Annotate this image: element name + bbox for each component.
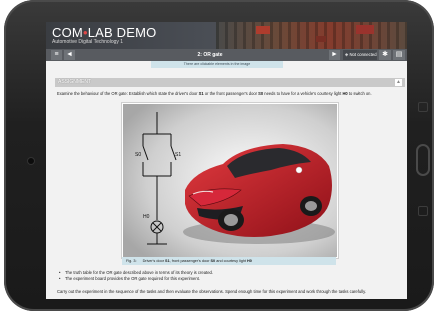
lamp-h0-label: H0 (143, 214, 150, 220)
app-title-right: LAB DEMO (87, 25, 157, 40)
figure-container: S0 S1 H0 (121, 102, 339, 259)
next-page-button[interactable]: ► (329, 50, 340, 60)
volume-up-button[interactable] (418, 102, 428, 112)
caption-text-2: , front passenger's door (169, 259, 211, 263)
caption-text-1: Driver's door (142, 259, 166, 263)
app-title-left: COM (52, 25, 83, 40)
figure-caption: Fig. 3: Driver's door S1, front passenger… (122, 257, 336, 265)
final-instruction: Carry out the experiment in the sequence… (57, 289, 367, 294)
header-circuit-board-image (216, 22, 407, 49)
app-header: COM•LAB DEMO Automotive Digital Technolo… (46, 22, 407, 49)
page-title: 2: OR gate (197, 52, 223, 58)
previous-page-button[interactable]: ◄ (64, 50, 75, 60)
bullet-icon: • (59, 276, 61, 281)
tablet-frame: COM•LAB DEMO Automotive Digital Technolo… (4, 0, 434, 311)
open-folder-button[interactable]: ▤ (393, 50, 405, 60)
arrow-right-icon: ► (331, 51, 338, 58)
arrow-left-icon: ◄ (66, 51, 73, 58)
figure-caption-number: Fig. 3: (126, 259, 137, 263)
volume-down-button[interactable] (418, 206, 428, 216)
instruction-text-4: to switch on. (347, 91, 372, 96)
connection-status[interactable]: ⎈ Not connected (343, 50, 377, 60)
assignment-instruction: Examine the behaviour of the OR gate: Es… (57, 91, 407, 96)
list-item-text: The truth table for the OR gate describe… (65, 270, 214, 275)
assignment-section-header[interactable]: ASSIGNMENT ▲ (55, 78, 405, 87)
app-screen: COM•LAB DEMO Automotive Digital Technolo… (46, 22, 407, 299)
list-item-text: The experiment board provides the OR gat… (65, 276, 200, 281)
app-subtitle: Automotive Digital Technology 1 (52, 39, 124, 45)
clickable-elements-notice: There are clickable elements in the imag… (151, 61, 283, 68)
instruction-text-2: or the front passenger's door (203, 91, 259, 96)
bullet-list: • The truth table for the OR gate descri… (58, 270, 398, 282)
caption-h0: H0 (247, 259, 252, 263)
settings-button[interactable]: ✱ (379, 50, 391, 60)
front-camera-icon (28, 158, 34, 164)
instruction-text-1: Examine the behaviour of the OR gate: Es… (57, 91, 199, 96)
collapse-caret-icon[interactable]: ▲ (395, 79, 402, 86)
navigation-toolbar: ≡ ◄ 2: OR gate ► ⎈ Not connected ✱ ▤ (46, 49, 407, 61)
switch-s0-label: S0 (135, 152, 141, 158)
list-item: • The experiment board provides the OR g… (58, 276, 398, 282)
section-label: ASSIGNMENT (58, 79, 92, 85)
folder-icon: ▤ (395, 51, 403, 58)
menu-button[interactable]: ≡ (51, 50, 62, 60)
switch-s1-label: S1 (175, 152, 181, 158)
settings-icon: ✱ (382, 51, 388, 58)
connection-icon: ⎈ (345, 52, 349, 57)
home-button[interactable] (416, 144, 430, 176)
app-title: COM•LAB DEMO (52, 25, 157, 40)
caption-text-3: and courtesy light (215, 259, 248, 263)
menu-icon: ≡ (54, 51, 59, 58)
car-circuit-illustration[interactable]: S0 S1 H0 (123, 104, 337, 257)
instruction-text-3: needs to have for a vehicle's courtesy l… (263, 91, 343, 96)
connection-status-label: Not connected (349, 52, 377, 57)
